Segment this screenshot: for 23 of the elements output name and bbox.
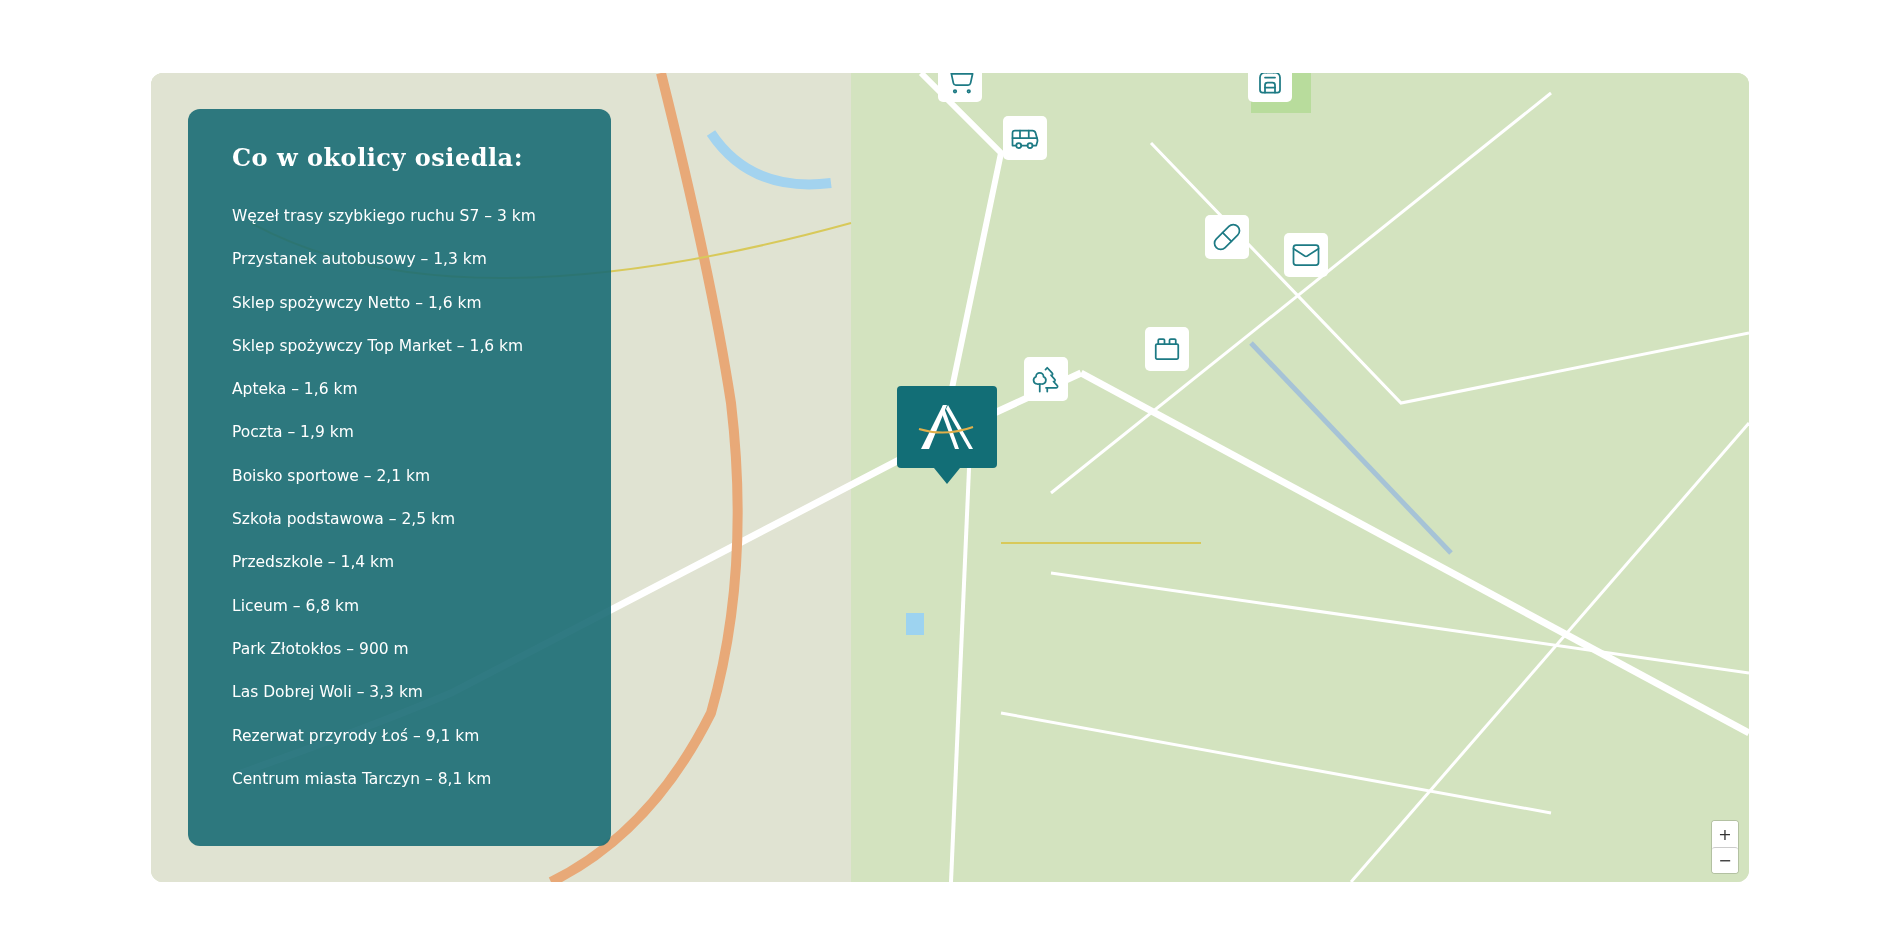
distance-item: Apteka – 1,6 km xyxy=(232,379,359,400)
distance-item: Las Dobrej Woli – 3,3 km xyxy=(232,682,424,703)
distance-item: Poczta – 1,9 km xyxy=(232,422,355,443)
distance-item: Rezerwat przyrody Łoś – 9,1 km xyxy=(232,725,481,746)
distance-item: Centrum miasta Tarczyn – 8,1 km xyxy=(232,768,493,789)
distance-item: Sklep spożywczy Top Market – 1,6 km xyxy=(232,335,525,356)
map-marker[interactable] xyxy=(1284,233,1328,277)
distance-item: Sklep spożywczy Netto – 1,6 km xyxy=(232,292,483,313)
panel-title: Co w okolicy osiedla: xyxy=(232,143,524,172)
distance-item: Liceum – 6,8 km xyxy=(232,595,361,616)
zoom-out-button[interactable]: − xyxy=(1712,847,1738,873)
distance-item: Przystanek autobusowy – 1,3 km xyxy=(232,249,488,270)
pill-icon xyxy=(1212,222,1242,252)
map-marker[interactable] xyxy=(1145,327,1189,371)
map-marker[interactable] xyxy=(1024,357,1068,401)
map-marker[interactable] xyxy=(1003,116,1047,160)
distance-item: Boisko sportowe – 2,1 km xyxy=(232,465,432,486)
distance-item: Przedszkole – 1,4 km xyxy=(232,552,396,573)
distance-item: Szkoła podstawowa – 2,5 km xyxy=(232,509,457,530)
trees-icon xyxy=(1031,364,1061,394)
map-marker[interactable] xyxy=(1205,215,1249,259)
distance-item: Węzeł trasy szybkiego ruchu S7 – 3 km xyxy=(232,206,537,226)
distance-item: Park Złotokłos – 900 m xyxy=(232,638,410,659)
